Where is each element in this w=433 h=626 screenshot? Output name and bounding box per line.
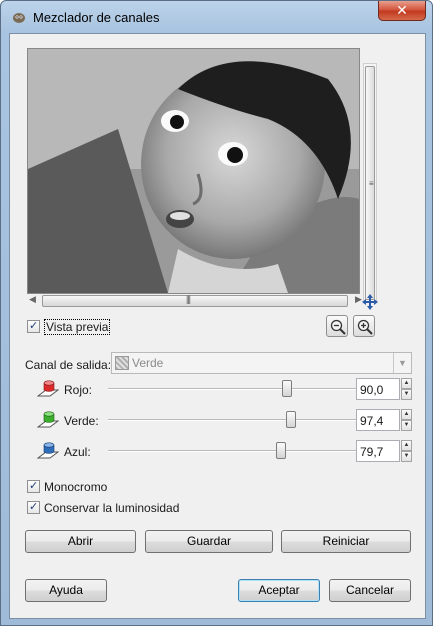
open-button[interactable]: Abrir	[25, 530, 136, 553]
save-button[interactable]: Guardar	[145, 530, 273, 553]
output-channel-value: Verde	[132, 356, 164, 370]
output-channel-label: Canal de salida:	[25, 358, 112, 372]
stepper-up-icon[interactable]: ▲	[401, 409, 412, 420]
preview-checkbox[interactable]	[27, 319, 40, 334]
chevron-down-icon[interactable]: ▼	[393, 353, 411, 373]
blue-value-input[interactable]: 79,7	[356, 440, 400, 462]
red-stepper[interactable]: ▲ ▼	[401, 378, 412, 400]
red-slider-handle[interactable]	[282, 380, 292, 397]
stepper-down-icon[interactable]: ▼	[401, 389, 412, 400]
grip-icon: |||	[186, 294, 191, 304]
green-label: Verde:	[64, 414, 99, 428]
slider-row-blue: Azul: 79,7 ▲ ▼	[26, 440, 420, 464]
cancel-button[interactable]: Cancelar	[329, 579, 411, 602]
zoom-out-icon	[330, 319, 346, 335]
blue-slider-track[interactable]	[108, 450, 356, 452]
title-bar[interactable]: Mezclador de canales ✕	[1, 1, 432, 33]
preview-vertical-scrollbar[interactable]: ≡	[363, 63, 377, 303]
red-value-input[interactable]: 90,0	[356, 378, 400, 400]
monochrome-label: Monocromo	[44, 479, 108, 494]
zoom-in-button[interactable]	[353, 315, 375, 337]
green-channel-icon	[37, 411, 59, 428]
preserve-luminosity-label: Conservar la luminosidad	[44, 500, 180, 515]
green-stepper[interactable]: ▲ ▼	[401, 409, 412, 431]
close-button[interactable]: ✕	[378, 1, 426, 21]
red-label: Rojo:	[64, 383, 93, 397]
scroll-left-icon[interactable]: ◀	[29, 294, 36, 305]
preserve-luminosity-option[interactable]: Conservar la luminosidad	[27, 500, 179, 515]
preserve-luminosity-checkbox[interactable]	[27, 500, 40, 515]
close-icon: ✕	[396, 2, 408, 18]
dialog-body: ≡ ◀ ||| ▶ Vista previa	[9, 33, 426, 619]
blue-slider-handle[interactable]	[276, 442, 286, 459]
green-value-input[interactable]: 97,4	[356, 409, 400, 431]
slider-row-green: Verde: 97,4 ▲ ▼	[26, 409, 420, 433]
preview-toggle[interactable]: Vista previa	[27, 318, 111, 335]
blue-channel-icon	[37, 442, 59, 459]
blue-stepper[interactable]: ▲ ▼	[401, 440, 412, 462]
horizontal-scroll-thumb[interactable]: |||	[42, 294, 348, 307]
stepper-up-icon[interactable]: ▲	[401, 440, 412, 451]
red-channel-icon	[37, 380, 59, 397]
preview-checkbox-label: Vista previa	[44, 318, 111, 335]
slider-row-red: Rojo: 90,0 ▲ ▼	[26, 378, 420, 402]
ok-button[interactable]: Aceptar	[238, 579, 320, 602]
output-channel-select[interactable]: Verde ▼	[111, 352, 412, 374]
green-slider-track[interactable]	[108, 419, 356, 421]
stepper-down-icon[interactable]: ▼	[401, 451, 412, 462]
reset-button[interactable]: Reiniciar	[281, 530, 411, 553]
blue-label: Azul:	[64, 445, 91, 459]
monochrome-option[interactable]: Monocromo	[27, 479, 107, 494]
monochrome-checkbox[interactable]	[27, 479, 40, 494]
green-slider-handle[interactable]	[286, 411, 296, 428]
vertical-scroll-thumb[interactable]: ≡	[365, 66, 375, 300]
navigate-icon[interactable]	[362, 294, 378, 310]
scroll-right-icon[interactable]: ▶	[355, 294, 362, 305]
channel-swatch-icon	[115, 356, 129, 370]
preview-horizontal-scrollbar[interactable]: ◀ ||| ▶	[27, 294, 367, 308]
channel-mixer-window: Mezclador de canales ✕ ≡ ◀ ||| ▶ ✓Vista …	[0, 0, 433, 626]
stepper-down-icon[interactable]: ▼	[401, 420, 412, 431]
preview-image[interactable]	[27, 48, 360, 294]
zoom-in-icon	[357, 319, 373, 335]
gimp-icon	[13, 13, 25, 23]
red-slider-track[interactable]	[108, 388, 356, 390]
grip-icon: ≡	[369, 179, 374, 188]
zoom-out-button[interactable]	[326, 315, 348, 337]
window-title: Mezclador de canales	[33, 10, 160, 25]
help-button[interactable]: Ayuda	[25, 579, 107, 602]
stepper-up-icon[interactable]: ▲	[401, 378, 412, 389]
